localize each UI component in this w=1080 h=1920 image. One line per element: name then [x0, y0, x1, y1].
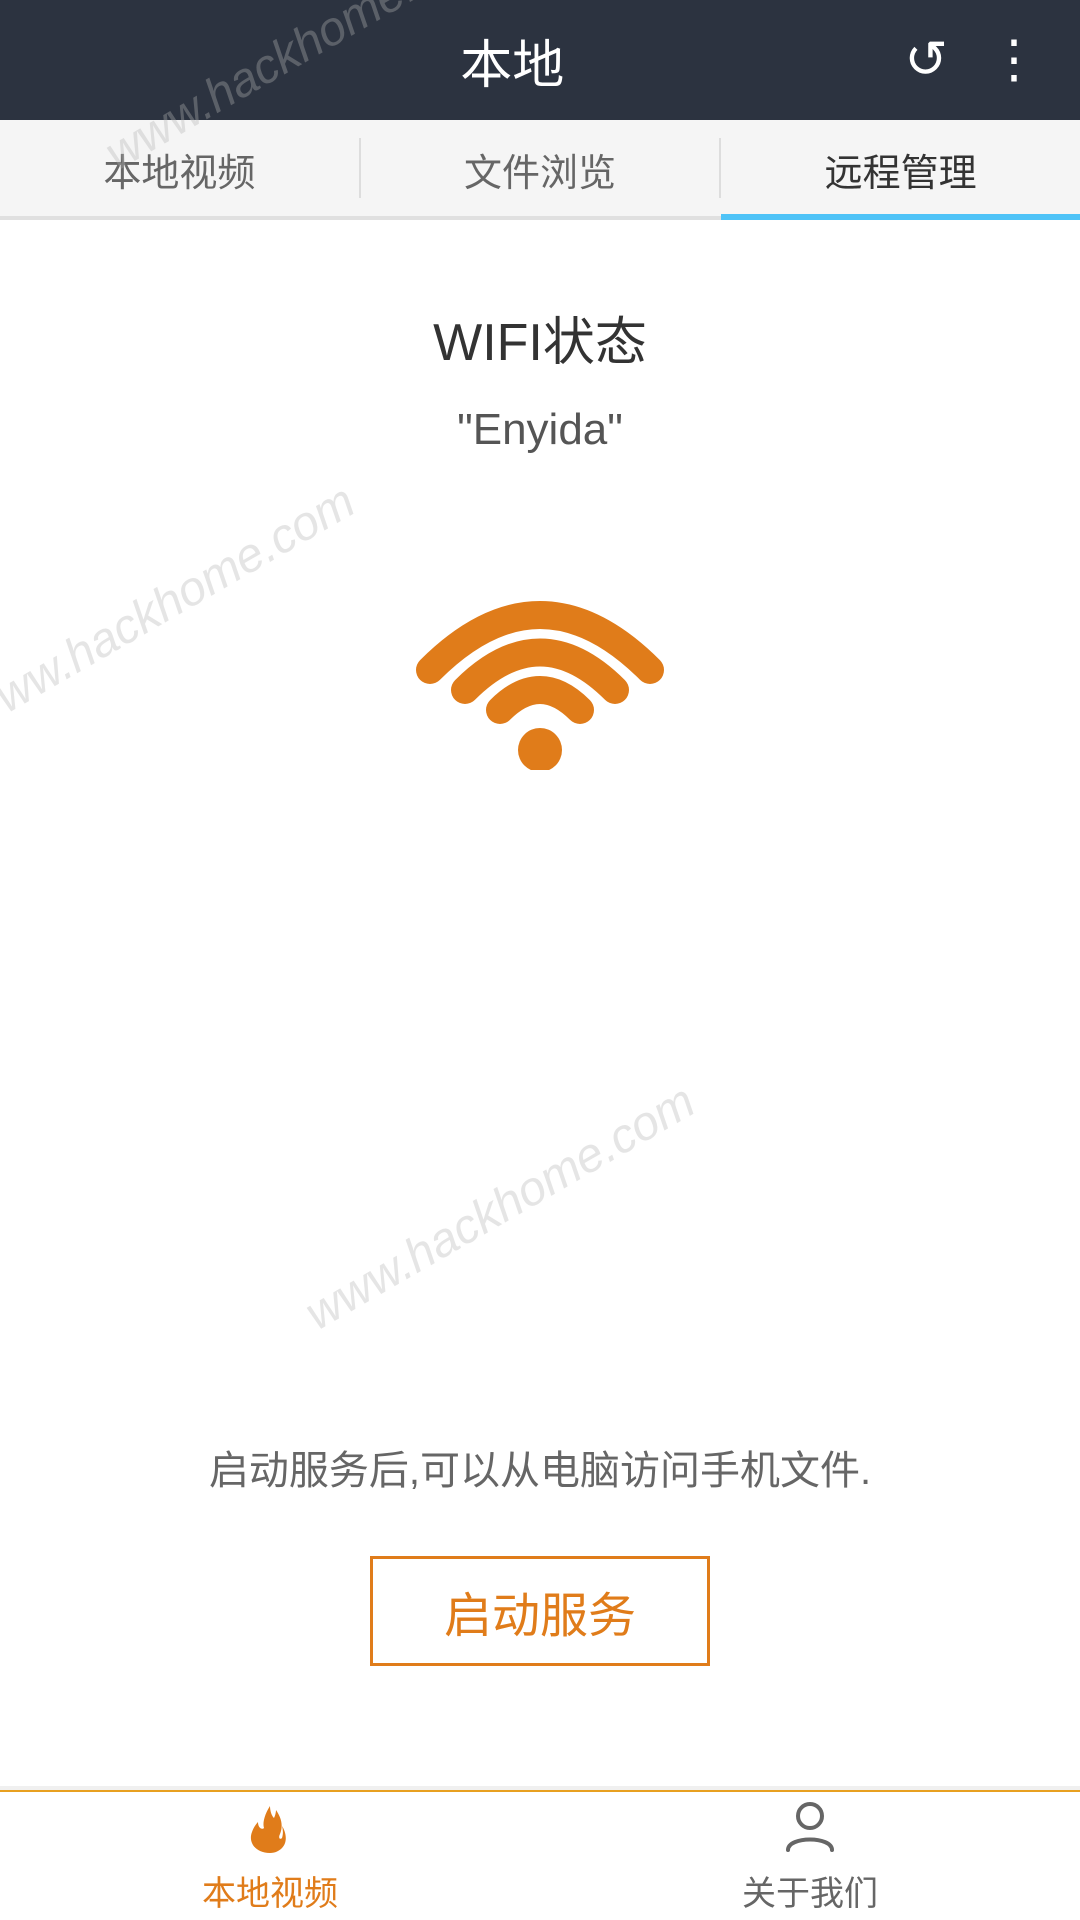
flame-icon: [240, 1798, 300, 1858]
tab-bar: 本地视频 文件浏览 远程管理: [0, 120, 1080, 220]
bottom-nav-about-us-label: 关于我们: [742, 1866, 878, 1915]
header-actions: ↺ ⋮: [904, 30, 1040, 90]
tab-remote-manage[interactable]: 远程管理: [721, 124, 1080, 220]
tab-file-browser[interactable]: 文件浏览: [361, 124, 720, 220]
service-description: 启动服务后,可以从电脑访问手机文件.: [169, 1438, 911, 1496]
start-service-button[interactable]: 启动服务: [370, 1556, 710, 1666]
app-header: 本地 ↺ ⋮: [0, 0, 1080, 120]
more-icon[interactable]: ⋮: [988, 30, 1040, 90]
bottom-nav-about-us[interactable]: 关于我们: [540, 1798, 1080, 1915]
bottom-nav-local-video[interactable]: 本地视频: [0, 1798, 540, 1915]
refresh-icon[interactable]: ↺: [904, 30, 948, 90]
wifi-icon: [400, 515, 680, 795]
bottom-navigation: 本地视频 关于我们: [0, 1790, 1080, 1920]
bottom-nav-local-video-label: 本地视频: [202, 1866, 338, 1915]
page-title: 本地: [120, 23, 904, 98]
wifi-ssid: "Enyida": [457, 405, 623, 455]
tab-local-video[interactable]: 本地视频: [0, 124, 359, 220]
person-icon: [780, 1798, 840, 1858]
wifi-status-title: WIFI状态: [433, 300, 647, 375]
main-content: WIFI状态 "Enyida" 启动服务后,可以从电脑访问手机文件. 启动服务: [0, 220, 1080, 1786]
